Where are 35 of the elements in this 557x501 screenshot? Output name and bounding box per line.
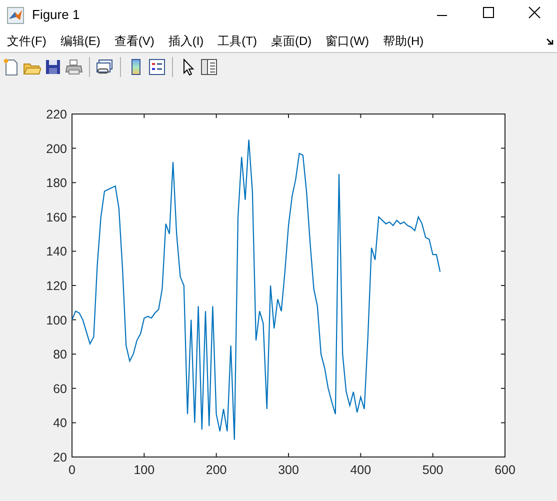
x-tick-label: 600 xyxy=(494,463,516,477)
y-tick-label: 160 xyxy=(46,210,67,224)
x-tick-label: 0 xyxy=(68,463,76,477)
y-tick-label: 120 xyxy=(46,279,67,293)
y-tick-label: 100 xyxy=(46,313,67,328)
menu-item[interactable]: 窗口(W) xyxy=(318,32,376,50)
x-tick-label: 200 xyxy=(206,463,227,477)
menu-item[interactable]: 编辑(E) xyxy=(53,32,108,50)
x-tick-label: 400 xyxy=(350,463,372,477)
menu-item[interactable]: 文件(F) xyxy=(0,32,54,50)
menu-item[interactable]: 工具(T) xyxy=(210,32,264,50)
y-tick-label: 80 xyxy=(53,348,67,362)
menu-item[interactable]: 帮助(H) xyxy=(376,32,431,50)
window-title: Figure 1 xyxy=(32,6,80,24)
y-tick-label: 20 xyxy=(53,450,67,464)
y-tick-label: 220 xyxy=(46,108,67,122)
y-tick-label: 200 xyxy=(46,142,67,156)
save-icon[interactable] xyxy=(44,58,62,76)
x-tick-label: 500 xyxy=(422,463,444,477)
x-tick-label: 300 xyxy=(278,463,299,477)
printer-icon[interactable] xyxy=(65,58,83,76)
y-tick-label: 140 xyxy=(46,244,67,259)
y-tick-label: 180 xyxy=(46,176,67,190)
property-panel-icon[interactable] xyxy=(200,58,218,76)
app-logo-icon xyxy=(7,6,24,24)
y-tick-label: 60 xyxy=(53,382,67,396)
dock-arrow-icon[interactable] xyxy=(546,38,554,46)
menu-item[interactable]: 插入(I) xyxy=(161,32,211,50)
x-tick-label: 100 xyxy=(134,463,155,477)
linked-plot-icon[interactable] xyxy=(96,58,114,76)
legend-icon[interactable] xyxy=(148,58,166,76)
menu-item[interactable]: 桌面(D) xyxy=(264,32,319,50)
y-tick-label: 40 xyxy=(53,416,67,430)
menu-item[interactable]: 查看(V) xyxy=(107,32,162,50)
new-file-icon[interactable] xyxy=(2,58,20,76)
